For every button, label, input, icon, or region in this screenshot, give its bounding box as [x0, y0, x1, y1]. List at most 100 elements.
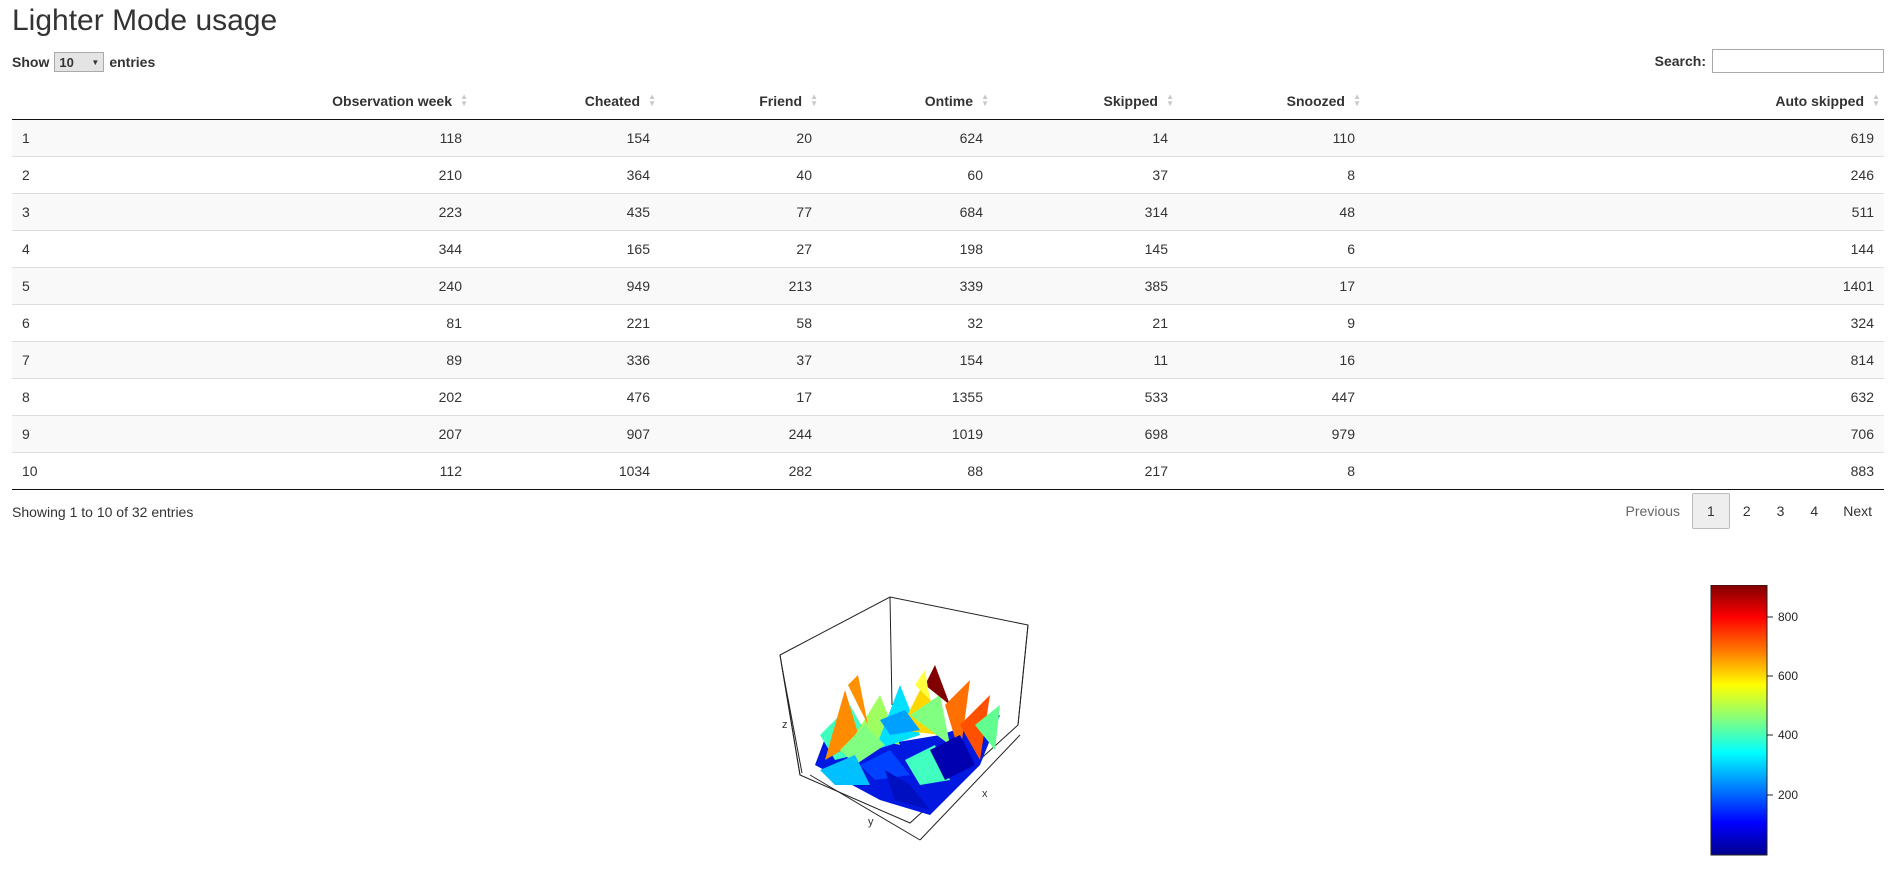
table-cell: 476	[472, 378, 660, 416]
table-cell: 907	[472, 415, 660, 453]
table-cell: 2	[12, 156, 242, 194]
table-cell: 27	[660, 230, 822, 268]
table-cell: 4	[12, 230, 242, 268]
column-header-index[interactable]	[12, 82, 242, 120]
sort-icon: ▲ ▼	[981, 92, 989, 108]
table-cell: 364	[472, 156, 660, 194]
sort-icon: ▲ ▼	[810, 92, 818, 108]
table-cell: 1	[12, 119, 242, 157]
table-cell: 154	[472, 119, 660, 157]
column-header-auto-skipped[interactable]: Auto skipped ▲ ▼	[1365, 82, 1884, 120]
table-cell: 244	[660, 415, 822, 453]
table-cell: 145	[993, 230, 1178, 268]
table-cell: 213	[660, 267, 822, 305]
table-cell: 198	[822, 230, 993, 268]
page-button-2[interactable]: 2	[1730, 493, 1764, 529]
table-cell: 88	[822, 452, 993, 490]
table-cell: 60	[822, 156, 993, 194]
table-row[interactable]: 6 81 221 58 32 21 9 324	[12, 304, 1884, 342]
table-cell: 344	[242, 230, 472, 268]
table-cell: 8	[1178, 156, 1365, 194]
axis-label-z: z	[782, 719, 788, 731]
colorbar-tick-label: 400	[1778, 728, 1798, 742]
table-cell: 48	[1178, 193, 1365, 231]
table-cell: 40	[660, 156, 822, 194]
table-cell: 7	[12, 341, 242, 379]
page-button-4[interactable]: 4	[1797, 493, 1831, 529]
search-input[interactable]	[1712, 49, 1884, 73]
next-button[interactable]: Next	[1831, 493, 1884, 529]
table-row[interactable]: 3 223 435 77 684 314 48 511	[12, 193, 1884, 231]
page-button-3[interactable]: 3	[1764, 493, 1798, 529]
sort-icon: ▲ ▼	[648, 92, 656, 108]
table-cell: 9	[12, 415, 242, 453]
table-cell: 8	[12, 378, 242, 416]
column-header-observation-week[interactable]: Observation week ▲ ▼	[242, 82, 472, 120]
table-cell: 21	[993, 304, 1178, 342]
table-row[interactable]: 9 207 907 244 1019 698 979 706	[12, 415, 1884, 453]
table-header-row: Observation week ▲ ▼ Cheated ▲ ▼ Friend ▲ ▼ On…	[12, 82, 1884, 120]
sort-icon: ▲ ▼	[1166, 92, 1174, 108]
surface-mesh	[815, 665, 1000, 815]
table-cell: 37	[660, 341, 822, 379]
table-cell: 706	[1365, 415, 1884, 453]
chevron-down-icon: ▼	[91, 57, 100, 67]
table-row[interactable]: 7 89 336 37 154 11 16 814	[12, 341, 1884, 379]
table-cell: 37	[993, 156, 1178, 194]
axis-label-x: x	[982, 788, 988, 800]
entries-label: entries	[109, 54, 156, 70]
table-cell: 217	[993, 452, 1178, 490]
table-cell: 624	[822, 119, 993, 157]
table-row[interactable]: 1 118 154 20 624 14 110 619	[12, 119, 1884, 157]
table-cell: 20	[660, 119, 822, 157]
column-header-cheated[interactable]: Cheated ▲ ▼	[472, 82, 660, 120]
entries-select-value: 10	[59, 54, 74, 70]
table-cell: 9	[1178, 304, 1365, 342]
table-cell: 949	[472, 267, 660, 305]
table-cell: 6	[12, 304, 242, 342]
page-title: Lighter Mode usage	[12, 4, 278, 37]
entries-per-page-select[interactable]: 10 ▼	[54, 52, 105, 72]
data-table: Observation week ▲ ▼ Cheated ▲ ▼ Friend ▲ ▼ On…	[12, 82, 1884, 490]
table-cell: 58	[660, 304, 822, 342]
table-cell: 81	[242, 304, 472, 342]
table-cell: 814	[1365, 341, 1884, 379]
colorbar-tick-label: 600	[1778, 669, 1798, 683]
search-label: Search:	[1654, 53, 1706, 69]
table-cell: 447	[1178, 378, 1365, 416]
table-row[interactable]: 4 344 165 27 198 145 6 144	[12, 230, 1884, 268]
previous-button[interactable]: Previous	[1614, 493, 1692, 529]
table-cell: 533	[993, 378, 1178, 416]
table-cell: 385	[993, 267, 1178, 305]
table-cell: 324	[1365, 304, 1884, 342]
column-header-friend[interactable]: Friend ▲ ▼	[660, 82, 822, 120]
table-cell: 1034	[472, 452, 660, 490]
table-cell: 336	[472, 341, 660, 379]
column-header-ontime[interactable]: Ontime ▲ ▼	[822, 82, 993, 120]
length-control: Show 10 ▼ entries	[12, 52, 155, 72]
table-cell: 6	[1178, 230, 1365, 268]
surface-plot-3d: z y x	[779, 596, 1029, 841]
table-cell: 8	[1178, 452, 1365, 490]
table-cell: 165	[472, 230, 660, 268]
colorbar-tick-label: 800	[1778, 610, 1798, 624]
column-header-snoozed[interactable]: Snoozed ▲ ▼	[1178, 82, 1365, 120]
table-cell: 207	[242, 415, 472, 453]
table-cell: 698	[993, 415, 1178, 453]
sort-icon: ▲ ▼	[1353, 92, 1361, 108]
column-header-skipped[interactable]: Skipped ▲ ▼	[993, 82, 1178, 120]
table-cell: 223	[242, 193, 472, 231]
table-cell: 16	[1178, 341, 1365, 379]
table-row[interactable]: 2 210 364 40 60 37 8 246	[12, 156, 1884, 194]
table-cell: 11	[993, 341, 1178, 379]
table-cell: 221	[472, 304, 660, 342]
table-cell: 684	[822, 193, 993, 231]
table-row[interactable]: 10 112 1034 282 88 217 8 883	[12, 452, 1884, 490]
page-button-1[interactable]: 1	[1692, 493, 1730, 529]
table-cell: 202	[242, 378, 472, 416]
table-cell: 118	[242, 119, 472, 157]
table-row[interactable]: 5 240 949 213 339 385 17 1401	[12, 267, 1884, 305]
table-cell: 32	[822, 304, 993, 342]
table-cell: 435	[472, 193, 660, 231]
table-row[interactable]: 8 202 476 17 1355 533 447 632	[12, 378, 1884, 416]
